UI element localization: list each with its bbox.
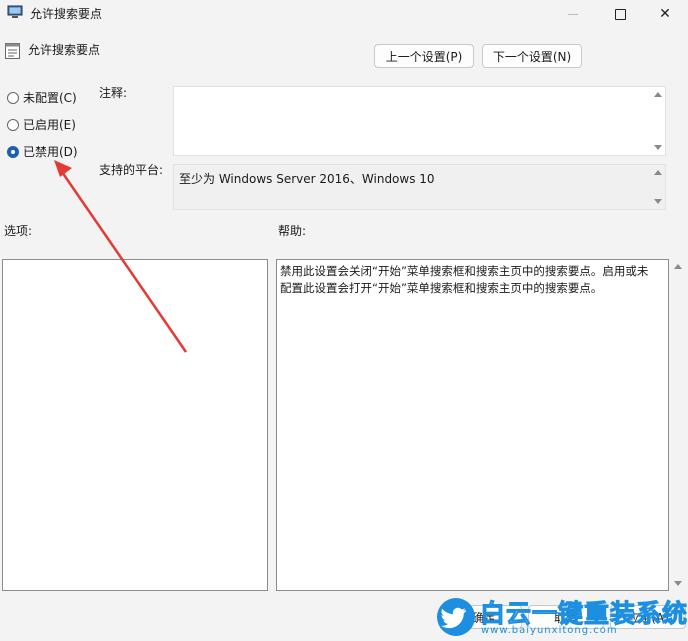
comment-textarea[interactable] <box>173 86 666 156</box>
supported-platform-text: 至少为 Windows Server 2016、Windows 10 <box>179 172 435 186</box>
maximize-icon <box>614 8 626 20</box>
scroll-up-icon[interactable] <box>654 92 662 97</box>
radio-label: 未配置(C) <box>23 91 77 105</box>
radio-not-configured[interactable]: 未配置(C) <box>7 89 77 106</box>
close-icon: ✕ <box>659 6 671 22</box>
minimize-icon <box>568 13 578 15</box>
radio-button-icon <box>7 118 19 131</box>
comment-label: 注释: <box>99 86 128 100</box>
policy-setting-icon <box>5 43 20 59</box>
watermark-url: www.baiyunxitong.com <box>481 625 618 636</box>
supported-platform-label: 支持的平台: <box>99 163 164 177</box>
scroll-down-icon[interactable] <box>654 145 662 150</box>
radio-label: 已禁用(D) <box>23 145 78 159</box>
scroll-down-icon[interactable] <box>654 199 662 204</box>
radio-button-icon <box>7 91 19 104</box>
radio-disabled[interactable]: 已禁用(D) <box>7 143 78 160</box>
options-label: 选项: <box>4 224 33 238</box>
close-button[interactable]: ✕ <box>642 0 688 28</box>
minimize-button[interactable] <box>550 0 596 28</box>
previous-setting-button[interactable]: 上一个设置(P) <box>374 44 474 68</box>
help-text: 禁用此设置会关闭“开始”菜单搜索框和搜索主页中的搜索要点。启用或未配置此设置会打… <box>280 264 649 295</box>
radio-enabled[interactable]: 已启用(E) <box>7 116 76 133</box>
help-label: 帮助: <box>278 224 307 238</box>
next-setting-button[interactable]: 下一个设置(N) <box>482 44 582 68</box>
scroll-down-icon[interactable] <box>674 581 682 586</box>
radio-label: 已启用(E) <box>23 118 76 132</box>
window-title: 允许搜索要点 <box>30 7 103 21</box>
radio-button-checked-icon <box>7 145 19 158</box>
supported-platform-field: 至少为 Windows Server 2016、Windows 10 <box>173 164 666 210</box>
watermark-logo: 白云一键重装系统 www.baiyunxitong.com <box>437 596 688 641</box>
policy-window-icon <box>7 5 23 18</box>
scroll-up-icon[interactable] <box>674 264 682 269</box>
comment-scrollbar[interactable] <box>651 87 665 155</box>
help-pane: 禁用此设置会关闭“开始”菜单搜索框和搜索主页中的搜索要点。启用或未配置此设置会打… <box>276 259 669 591</box>
maximize-button[interactable] <box>597 0 643 28</box>
platform-scrollbar[interactable] <box>651 165 665 209</box>
twitter-bird-icon <box>437 598 475 636</box>
scroll-up-icon[interactable] <box>654 170 662 175</box>
options-pane <box>2 259 268 591</box>
policy-name: 允许搜索要点 <box>28 43 101 57</box>
help-scrollbar[interactable] <box>671 259 685 591</box>
